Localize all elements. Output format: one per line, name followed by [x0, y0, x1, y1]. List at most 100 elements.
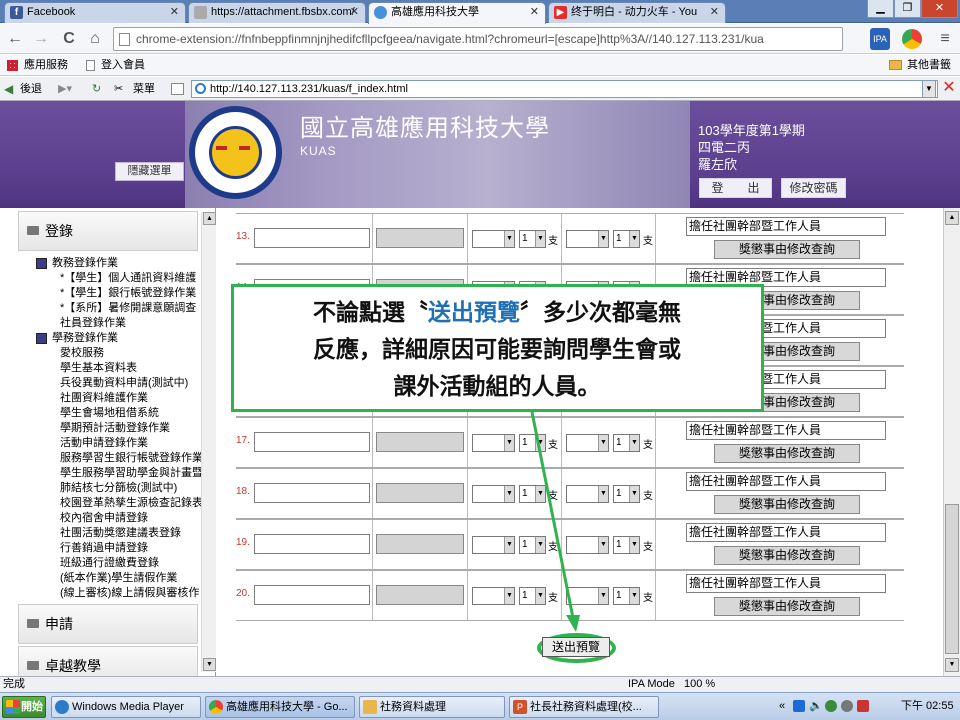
menu-item-student-affairs[interactable]: 學生基本資料表	[60, 361, 137, 375]
reason-query-button[interactable]: 獎懲事由修改查詢	[714, 444, 860, 463]
address-dropdown-button[interactable]: ▼	[922, 80, 936, 98]
level-select[interactable]: ▼	[566, 587, 609, 605]
menu-item-student-affairs[interactable]: 活動申請登錄作業	[60, 436, 148, 450]
reason-query-button[interactable]: 獎懲事由修改查詢	[714, 597, 860, 616]
menu-item-club-member[interactable]: 社員登錄作業	[60, 316, 126, 330]
close-icon[interactable]: ✕	[530, 3, 539, 22]
address-bar[interactable]: chrome-extension://fnfnbeppfinmnjnjhedif…	[113, 27, 843, 51]
ipa-extension-icon[interactable]: IPA	[870, 28, 890, 50]
forward-arrow-icon[interactable]: ▶▾	[58, 77, 72, 101]
name-input[interactable]	[254, 585, 370, 605]
main-scrollbar[interactable]: ▲ ▼	[943, 208, 960, 676]
ie-back-button[interactable]: 後退	[20, 77, 42, 101]
close-window-button[interactable]: ✕	[921, 0, 958, 18]
menu-item-student-affairs[interactable]: 服務學習生銀行帳號登錄作業	[60, 451, 203, 465]
count-select[interactable]: 1▼	[613, 434, 640, 452]
submit-preview-button[interactable]: 送出預覽	[542, 637, 610, 657]
menu-item-student-affairs[interactable]: 社團活動獎懲建議表登錄	[60, 526, 181, 540]
reason-query-button[interactable]: 獎懲事由修改查詢	[714, 240, 860, 259]
count-select[interactable]: 1▼	[613, 536, 640, 554]
collapse-icon[interactable]	[36, 258, 47, 269]
hide-menu-button[interactable]: 隱藏選單	[115, 162, 184, 181]
tray-app-icon[interactable]	[793, 700, 805, 712]
level-select[interactable]: ▼	[472, 536, 515, 554]
close-icon[interactable]: ✕	[710, 3, 719, 22]
level-select[interactable]: ▼	[472, 587, 515, 605]
level-select[interactable]: ▼	[472, 230, 515, 248]
task-chrome[interactable]: 高雄應用科技大學 - Go...	[205, 696, 355, 718]
tab-kuas[interactable]: 高雄應用科技大學 ✕	[368, 2, 546, 24]
reason-query-button[interactable]: 獎懲事由修改查詢	[714, 546, 860, 565]
task-folder[interactable]: 社務資料處理	[359, 696, 505, 718]
collapse-icon[interactable]	[36, 333, 47, 344]
count-select[interactable]: 1▼	[613, 485, 640, 503]
menu-item-student-affairs[interactable]: 行善銷過申請登錄	[60, 541, 148, 555]
ie-menu-button[interactable]: 菜單	[133, 77, 155, 101]
tray-app-icon[interactable]	[857, 700, 869, 712]
scroll-down-arrow-icon[interactable]: ▼	[203, 658, 216, 671]
position-input[interactable]: 擔任社團幹部暨工作人員	[686, 421, 886, 440]
menu-item-student-affairs[interactable]: 班級通行證繳費登錄	[60, 556, 159, 570]
home-button[interactable]: ⌂	[84, 28, 106, 50]
zoom-label[interactable]: 100 %	[684, 677, 715, 692]
ie-address-field[interactable]: http://140.127.113.231/kuas/f_index.html	[191, 80, 938, 98]
bookmark-login[interactable]: 登入會員	[101, 55, 145, 75]
bookmark-apps[interactable]: 應用服務	[24, 55, 68, 75]
minimize-button[interactable]: ▁	[867, 0, 894, 18]
menu-group-academic[interactable]: 教務登錄作業	[52, 256, 118, 270]
menu-item-student-affairs[interactable]: 校園登革熱孳生源檢查記錄表	[60, 496, 203, 510]
reason-query-button[interactable]: 獎懲事由修改查詢	[714, 495, 860, 514]
back-button[interactable]: ←	[4, 28, 26, 50]
menu-item-student-affairs[interactable]: 兵役異動資料申請(測試中)	[60, 376, 188, 390]
menu-item-student-affairs[interactable]: 肺結核七分篩檢(測試中)	[60, 481, 177, 495]
count-select[interactable]: 1▼	[613, 230, 640, 248]
bookmark-other[interactable]: 其他書籤	[907, 55, 951, 75]
restore-button[interactable]: ❐	[894, 0, 921, 18]
task-powerpoint[interactable]: P 社長社務資料處理(校...	[509, 696, 659, 718]
count-select[interactable]: 1▼	[613, 587, 640, 605]
scroll-thumb[interactable]	[945, 504, 959, 654]
level-select[interactable]: ▼	[566, 536, 609, 554]
menu-item-student-affairs[interactable]: 社團資料維護作業	[60, 391, 148, 405]
name-input[interactable]	[254, 228, 370, 248]
menu-item-student-affairs[interactable]: 愛校服務	[60, 346, 104, 360]
count-select[interactable]: 1▼	[519, 587, 546, 605]
scroll-up-arrow-icon[interactable]: ▲	[945, 211, 959, 225]
count-select[interactable]: 1▼	[519, 434, 546, 452]
network-icon[interactable]	[825, 700, 837, 712]
level-select[interactable]: ▼	[472, 485, 515, 503]
menu-group-student-affairs[interactable]: 學務登錄作業	[52, 331, 118, 345]
tray-app-icon[interactable]	[841, 700, 853, 712]
count-select[interactable]: 1▼	[519, 536, 546, 554]
forward-button[interactable]: →	[30, 28, 52, 50]
clock[interactable]: 下午 02:55	[901, 695, 954, 717]
refresh-icon[interactable]: ↻	[92, 77, 101, 101]
volume-icon[interactable]: 🔈	[809, 695, 823, 717]
tab-facebook[interactable]: f Facebook ✕	[4, 2, 186, 23]
tools-icon[interactable]: ✂	[114, 77, 123, 101]
menu-item-student-affairs[interactable]: 學期預計活動登錄作業	[60, 421, 170, 435]
count-select[interactable]: 1▼	[519, 230, 546, 248]
menu-item-academic[interactable]: *【系所】暑修開課意願調查	[60, 301, 196, 315]
close-icon[interactable]: ✕	[350, 3, 359, 22]
reload-button[interactable]: C	[58, 28, 80, 50]
logout-button[interactable]: 登 出	[699, 178, 772, 198]
position-input[interactable]: 擔任社團幹部暨工作人員	[686, 217, 886, 236]
back-arrow-icon[interactable]: ◀	[4, 77, 13, 101]
menu-item-student-affairs[interactable]: 學生會場地租借系統	[60, 406, 159, 420]
stop-icon[interactable]: ✕	[940, 78, 958, 98]
menu-section-apply[interactable]: 申請	[18, 604, 198, 644]
start-button[interactable]: 開始	[2, 696, 46, 718]
tab-attachment[interactable]: https://attachment.fbsbx.com/ ✕	[188, 2, 366, 23]
tray-expand-icon[interactable]: «	[779, 695, 785, 717]
menu-item-student-affairs[interactable]: (線上審核)線上請假與審核作	[60, 586, 199, 600]
tab-youtube[interactable]: ▶ 终于明白 - 动力火车 - You ✕	[548, 2, 726, 23]
menu-item-academic[interactable]: *【學生】個人通訊資料維護	[60, 271, 196, 285]
level-select[interactable]: ▼	[566, 230, 609, 248]
scroll-down-arrow-icon[interactable]: ▼	[945, 658, 959, 672]
level-select[interactable]: ▼	[566, 434, 609, 452]
close-icon[interactable]: ✕	[170, 3, 179, 22]
count-select[interactable]: 1▼	[519, 485, 546, 503]
name-input[interactable]	[254, 432, 370, 452]
menu-item-academic[interactable]: *【學生】銀行帳號登錄作業	[60, 286, 196, 300]
